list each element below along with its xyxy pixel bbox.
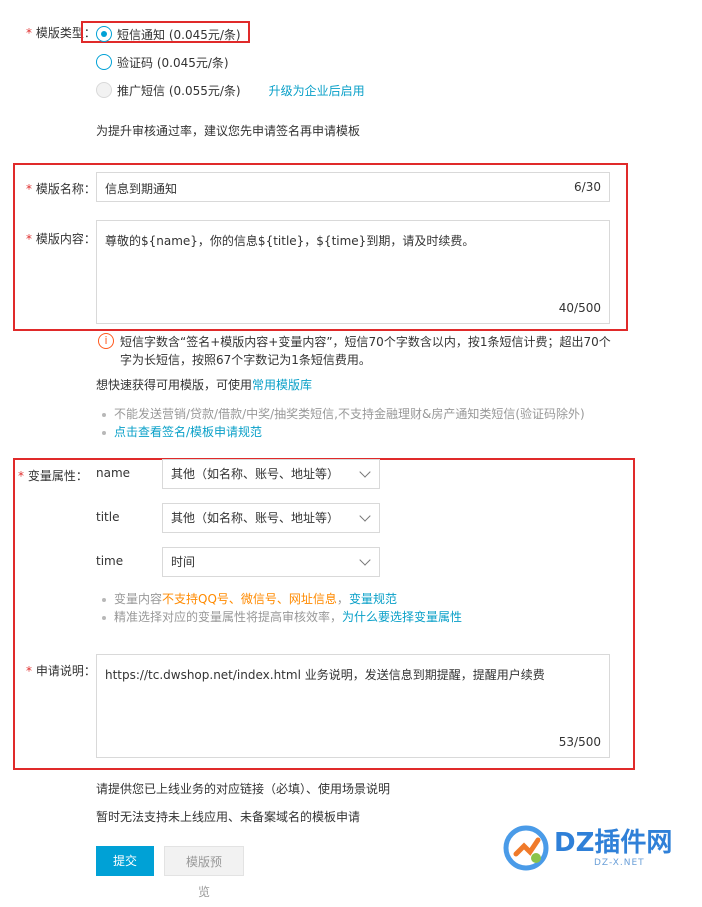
application-counter: 53/500 (558, 735, 601, 749)
radio-option-promo-sms: 推广短信 (0.055元/条) 升级为企业后启用 (96, 80, 365, 100)
chevron-down-icon (359, 510, 371, 522)
variable-note: 变量内容不支持QQ号、微信号、网址信息，变量规范 (100, 590, 462, 608)
template-content-label-text: 模版内容： (35, 232, 96, 246)
rule-item: 不能发送营销/贷款/借款/中奖/抽奖类短信,不支持金融理财&房产通知类短信(验证… (100, 405, 585, 423)
variable-type-select[interactable]: 其他（如名称、账号、地址等） (162, 459, 380, 489)
sms-length-info: i 短信字数含“签名+模版内容+变量内容”，短信70个字数含以内，按1条短信计费… (96, 333, 616, 369)
variables-label-text: 变量属性： (27, 469, 88, 483)
rules-list: 不能发送营销/贷款/借款/中奖/抽奖类短信,不支持金融理财&房产通知类短信(验证… (100, 405, 585, 441)
template-content-counter: 40/500 (558, 301, 601, 315)
variable-type-select[interactable]: 时间 (162, 547, 380, 577)
required-mark: * (26, 664, 32, 678)
template-name-label: * 模版名称： (26, 180, 96, 197)
radio-label: 验证码 (0.045元/条) (117, 55, 229, 70)
variable-note-separator: ， (336, 592, 349, 606)
application-value: https://tc.dwshop.net/index.html 业务说明，发送… (105, 668, 545, 682)
template-name-label-text: 模版名称： (35, 182, 96, 196)
variable-note: 精准选择对应的变量属性将提高审核效率，为什么要选择变量属性 (100, 608, 462, 626)
chevron-down-icon (359, 554, 371, 566)
template-name-value: 信息到期通知 (105, 182, 178, 196)
template-name-counter: 6/30 (574, 180, 601, 194)
variable-name: time (96, 554, 124, 568)
radio-option-verification-code[interactable]: 验证码 (0.045元/条) (96, 52, 229, 72)
quick-template-text: 想快速获得可用模版，可使用 (96, 378, 253, 392)
variable-type-select[interactable]: 其他（如名称、账号、地址等） (162, 503, 380, 533)
signature-template-rules-link[interactable]: 点击查看签名/模板申请规范 (114, 425, 262, 439)
why-variable-attributes-link[interactable]: 为什么要选择变量属性 (342, 610, 462, 624)
variable-warning-text: 不支持QQ号、微信号、网址信息 (162, 592, 337, 606)
sms-length-info-line1: 短信字数含“签名+模版内容+变量内容”，短信70个字数含以内，按1条短信计费；超… (120, 335, 611, 349)
upgrade-enterprise-link[interactable]: 升级为企业后启用 (269, 82, 365, 99)
sms-length-info-line2: 字为长短信，按照67个字数记为1条短信费用。 (120, 353, 371, 367)
application-hint-2: 暂时无法支持未上线应用、未备案域名的模板申请 (96, 810, 361, 824)
required-mark: * (26, 26, 32, 40)
application-hint-1: 请提供您已上线业务的对应链接（必填）、使用场景说明 (96, 782, 391, 796)
radio-checked-icon[interactable] (96, 26, 112, 42)
application-label: * 申请说明： (26, 662, 96, 679)
template-content-textarea[interactable]: 尊敬的${name}，你的信息${title}，${time}到期，请及时续费。… (96, 220, 610, 324)
info-icon: i (98, 333, 114, 349)
variable-name: title (96, 510, 120, 524)
variable-type-value: 其他（如名称、账号、地址等） (171, 467, 340, 481)
required-mark: * (26, 232, 32, 246)
template-name-input[interactable]: 信息到期通知 6/30 (96, 172, 610, 202)
watermark-brand: DZ插件网 (554, 828, 673, 858)
submit-button[interactable]: 提交 (96, 846, 154, 876)
variable-note-text: 变量内容 (114, 592, 163, 606)
radio-disabled-icon (96, 82, 112, 98)
template-content-label: * 模版内容： (26, 230, 96, 247)
variable-spec-link[interactable]: 变量规范 (349, 592, 397, 606)
variable-type-value: 时间 (171, 555, 196, 569)
application-textarea[interactable]: https://tc.dwshop.net/index.html 业务说明，发送… (96, 654, 610, 758)
variable-notes: 变量内容不支持QQ号、微信号、网址信息，变量规范 精准选择对应的变量属性将提高审… (100, 590, 462, 626)
preview-button[interactable]: 模版预览 (164, 846, 244, 899)
watermark-sub: DZ-X.NET (594, 858, 645, 868)
required-mark: * (18, 469, 24, 483)
radio-option-sms-notice[interactable]: 短信通知 (0.045元/条) (96, 24, 241, 44)
radio-label: 推广短信 (0.055元/条) (117, 83, 241, 98)
quick-template-hint: 想快速获得可用模版，可使用常用模版库 (96, 376, 312, 393)
application-label-text: 申请说明： (35, 664, 96, 678)
variables-label: * 变量属性： (18, 467, 88, 484)
radio-unchecked-icon[interactable] (96, 54, 112, 70)
variable-name: name (96, 466, 131, 480)
variable-type-value: 其他（如名称、账号、地址等） (171, 511, 340, 525)
variable-note-text: 精准选择对应的变量属性将提高审核效率， (114, 610, 343, 624)
required-mark: * (26, 182, 32, 196)
common-templates-link[interactable]: 常用模版库 (252, 378, 312, 392)
radio-label: 短信通知 (0.045元/条) (117, 27, 241, 42)
template-type-hint: 为提升审核通过率，建议您先申请签名再申请模板 (96, 124, 361, 138)
watermark: DZ插件网 DZ-X.NET (502, 818, 698, 878)
template-content-value: 尊敬的${name}，你的信息${title}，${time}到期，请及时续费。 (105, 234, 475, 248)
chevron-down-icon (359, 466, 371, 478)
watermark-logo-icon (503, 825, 549, 871)
